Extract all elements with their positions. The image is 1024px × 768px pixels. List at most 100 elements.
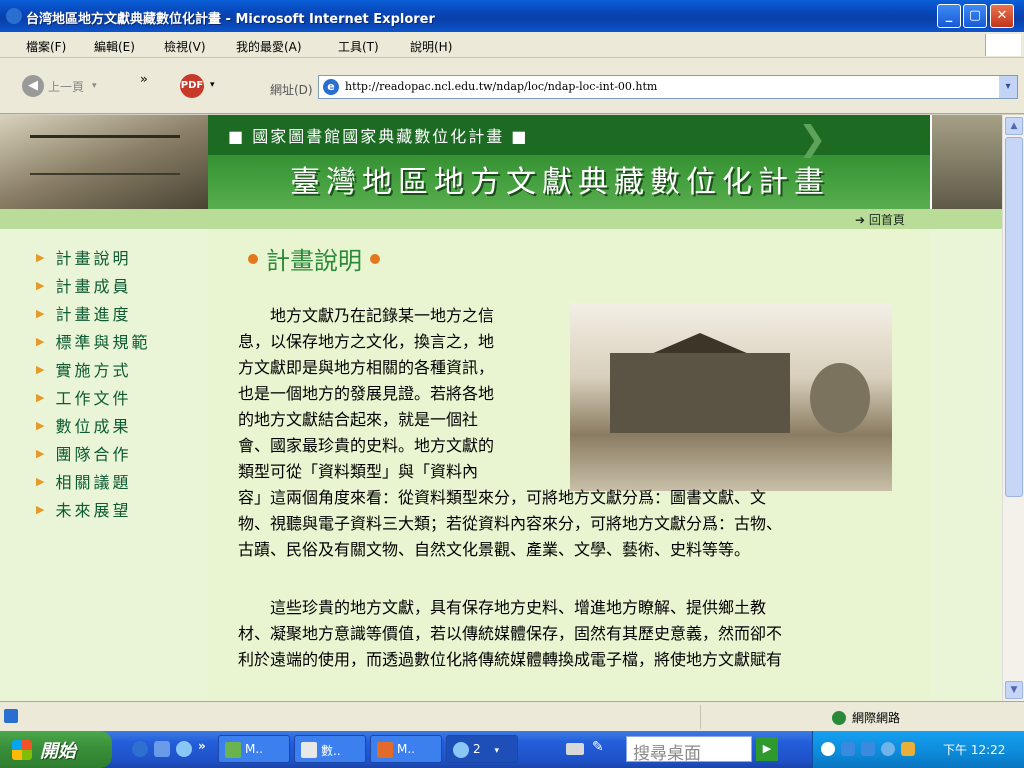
nav-item-documents[interactable]: ▶ 工作文件 <box>36 385 131 409</box>
title-bar[interactable]: 台湾地區地方文獻典藏數位化計畫 - Microsoft Internet Exp… <box>0 0 1024 32</box>
paragraph-line: 物、視聽與電子資料三大類；若從資料內容來分，可將地方文獻分爲：古物、 <box>238 514 783 533</box>
header-photo-right <box>930 115 1002 209</box>
scroll-down-icon[interactable]: ▼ <box>1005 681 1023 699</box>
arrow-icon: ▶ <box>36 446 48 460</box>
arrow-icon: ▶ <box>36 390 48 404</box>
menu-file[interactable]: 檔案(F) <box>26 38 66 55</box>
task-button[interactable]: M.. <box>370 735 442 763</box>
menu-tools[interactable]: 工具(T) <box>338 38 379 55</box>
historic-building-photo <box>570 303 892 491</box>
nav-item-members[interactable]: ▶ 計畫成員 <box>36 273 131 297</box>
paragraph-line: 會、國家最珍貴的史料。地方文獻的 <box>238 436 495 455</box>
back-label: 上一頁 <box>48 79 85 94</box>
scroll-thumb[interactable] <box>1005 137 1023 497</box>
back-button[interactable]: ◀ 上一頁 ▾ <box>22 72 97 100</box>
nav-item-topics[interactable]: ▶ 相關議題 <box>36 469 131 493</box>
globe-icon <box>832 710 846 725</box>
paragraph-line: 息，以保存地方之文化，換言之，地 <box>238 332 495 351</box>
nav-item-results[interactable]: ▶ 數位成果 <box>36 413 131 437</box>
status-bar: 網際網路 <box>0 701 1024 731</box>
messenger-icon[interactable] <box>901 742 915 756</box>
paragraph-line: 這些珍貴的地方文獻，具有保存地方史料、增進地方瞭解、提供鄉土教 <box>238 598 767 617</box>
pen-icon[interactable]: ✎ <box>592 739 604 755</box>
menu-bar: 檔案(F) 編輯(E) 檢視(V) 我的最愛(A) 工具(T) 說明(H) <box>0 32 1024 58</box>
address-dropdown-icon[interactable]: ▾ <box>999 76 1017 98</box>
arrow-icon: ▶ <box>36 250 48 264</box>
main-content: 計畫說明 地方文獻乃在記錄某一地方之信 息，以保存地方之文化，換言之，地 方文獻… <box>208 229 930 701</box>
page-ie-icon: e <box>323 79 339 95</box>
arrow-icon: ▶ <box>36 334 48 348</box>
pdf-dropdown-icon[interactable]: ▾ <box>210 80 215 90</box>
nav-item-standards[interactable]: ▶ 標準與規範 <box>36 329 150 353</box>
system-tray: 下午 12:22 <box>812 731 1024 768</box>
network-icon-2[interactable] <box>861 742 875 756</box>
sidebar: ▶ 計畫說明 ▶ 計畫成員 ▶ 計畫進度 ▶ 標準與規範 ▶ 實施方式 ▶ 工作文件 ▶ 數位… <box>0 229 208 701</box>
tray-expand-icon[interactable] <box>821 742 835 756</box>
app-icon <box>225 742 241 758</box>
pdf-icon[interactable]: PDF <box>180 74 204 98</box>
desktop-search-input[interactable]: 搜尋桌面 <box>626 736 752 764</box>
paragraph-line: 的地方文獻結合起來，就是一個社 <box>238 410 479 429</box>
paragraph-line: 類型可從「資料類型」與「資料內 <box>238 462 479 481</box>
arrow-icon: ▶ <box>36 418 48 432</box>
keyboard-icon[interactable] <box>566 743 584 755</box>
media-player-icon[interactable] <box>132 741 148 757</box>
paragraph-line: 材、凝聚地方意識等價值，若以傳統媒體保存，固然有其歷史意義，然而卻不 <box>238 624 783 643</box>
windows-flag-icon <box>985 34 1021 56</box>
chevron-decor-icon: ❯ <box>798 119 827 159</box>
close-button[interactable]: ✕ <box>990 4 1014 28</box>
nav-item-team[interactable]: ▶ 團隊合作 <box>36 441 131 465</box>
search-tray-icon[interactable] <box>881 742 895 756</box>
ie-quicklaunch-icon[interactable] <box>176 741 192 757</box>
top-nav-strip: ➔ 回首頁 <box>0 209 1002 229</box>
paragraph-line: 古蹟、民俗及有關文物、自然文化景觀、產業、文學、藝術、史料等等。 <box>238 540 751 559</box>
paragraph-line: 地方文獻乃在記錄某一地方之信 <box>238 306 495 325</box>
arrow-icon: ▶ <box>36 474 48 488</box>
menu-favorites[interactable]: 我的最愛(A) <box>236 38 302 55</box>
task-button-ie-group[interactable]: 2 ▾ <box>446 735 518 763</box>
nav-item-implementation[interactable]: ▶ 實施方式 <box>36 357 131 381</box>
bullet-icon <box>248 253 258 264</box>
address-label: 網址(D) <box>270 83 313 97</box>
start-button[interactable]: 開始 <box>0 731 112 768</box>
outlook-icon <box>377 742 393 758</box>
bullet-icon <box>370 253 380 264</box>
task-button[interactable]: 數.. <box>294 735 366 763</box>
paragraph-line: 利於遠端的使用，而透過數位化將傳統媒體轉換成電子檔，將使地方文獻賦有 <box>238 650 783 669</box>
minimize-button[interactable]: _ <box>937 4 961 28</box>
security-zone: 網際網路 <box>832 709 900 726</box>
address-input[interactable]: e http://readopac.ncl.edu.tw/ndap/loc/nd… <box>318 75 1018 99</box>
network-icon[interactable] <box>841 742 855 756</box>
quicklaunch-overflow-icon[interactable]: » <box>198 739 206 753</box>
clock[interactable]: 下午 12:22 <box>943 741 1005 758</box>
scroll-up-icon[interactable]: ▲ <box>1005 117 1023 135</box>
back-arrow-icon: ◀ <box>22 75 44 97</box>
ie-icon <box>453 742 469 758</box>
vertical-scrollbar[interactable]: ▲ ▼ <box>1002 115 1024 701</box>
address-url: http://readopac.ncl.edu.tw/ndap/loc/ndap… <box>345 80 658 93</box>
toolbar-overflow-icon[interactable]: » <box>140 72 148 86</box>
arrow-icon: ▶ <box>36 362 48 376</box>
paragraph-line: 容」這兩個角度來看：從資料類型來分，可將地方文獻分爲：圖書文獻、文 <box>238 488 767 507</box>
right-margin <box>930 229 1002 701</box>
page-viewport: ■ 國家圖書館國家典藏數位化計畫 ■ ❯ 臺灣地區地方文獻典藏數位化計畫 ➔ 回… <box>0 115 1002 701</box>
maximize-button[interactable]: ▢ <box>963 4 987 28</box>
page-status-icon <box>4 709 18 723</box>
home-link[interactable]: ➔ 回首頁 <box>855 211 905 228</box>
nav-item-future[interactable]: ▶ 未來展望 <box>36 497 131 521</box>
header-photo-left <box>0 115 208 209</box>
arrow-icon: ▶ <box>36 306 48 320</box>
content-heading: 計畫說明 <box>240 241 388 276</box>
back-dropdown-icon[interactable]: ▾ <box>92 81 97 91</box>
show-desktop-icon[interactable] <box>154 741 170 757</box>
site-subtitle: ■ 國家圖書館國家典藏數位化計畫 ■ <box>228 127 529 146</box>
menu-view[interactable]: 檢視(V) <box>164 38 206 55</box>
nav-item-progress[interactable]: ▶ 計畫進度 <box>36 301 131 325</box>
menu-help[interactable]: 說明(H) <box>410 38 452 55</box>
nav-item-plan[interactable]: ▶ 計畫說明 <box>36 245 131 269</box>
search-go-icon[interactable]: ▶ <box>756 737 778 761</box>
menu-edit[interactable]: 編輯(E) <box>94 38 135 55</box>
toolbar: ◀ 上一頁 ▾ » PDF ▾ 網址(D) e http://readopac.… <box>0 58 1024 114</box>
taskbar: 開始 » M.. 數.. M.. 2 ▾ ✎ 搜尋桌面 ▶ 下午 12:22 <box>0 731 1024 768</box>
task-button[interactable]: M.. <box>218 735 290 763</box>
